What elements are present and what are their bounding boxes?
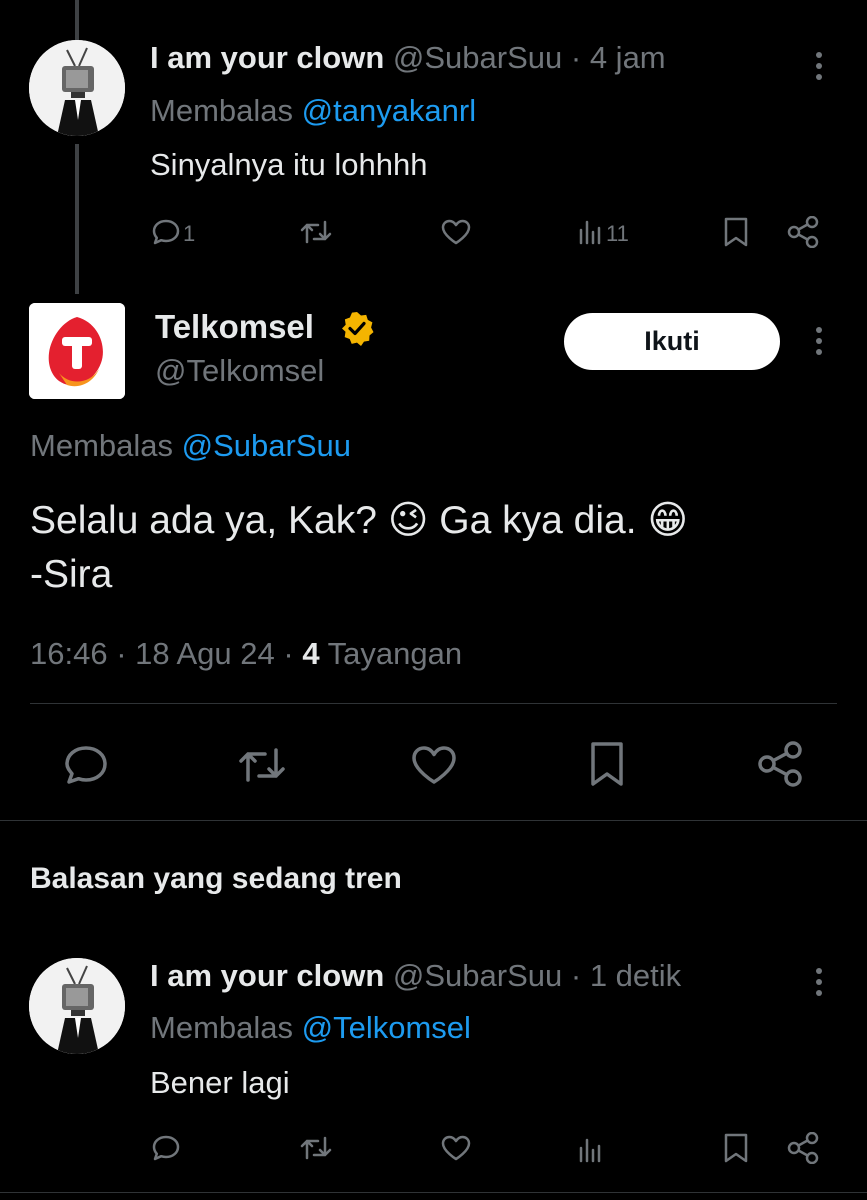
tweet-header: I am your clown @SubarSuu · 4 jam	[150, 40, 666, 76]
views-count: 4	[302, 636, 320, 671]
brand-avatar[interactable]	[29, 303, 125, 399]
divider	[0, 820, 867, 821]
reply-icon[interactable]	[151, 1134, 181, 1162]
retweet-icon[interactable]	[299, 1134, 333, 1162]
reply-to-link[interactable]: @tanyakanrl	[302, 93, 477, 128]
display-name[interactable]: I am your clown	[150, 958, 384, 993]
tweet-text: Bener lagi	[150, 1065, 290, 1100]
section-title: Balasan yang sedang tren	[30, 862, 402, 895]
grin-emoji: 😁	[647, 499, 689, 542]
display-name[interactable]: I am your clown	[150, 40, 384, 75]
more-options-icon[interactable]	[815, 327, 823, 360]
follow-button[interactable]: Ikuti	[564, 313, 780, 370]
more-options-icon[interactable]	[815, 968, 823, 1001]
bookmark-icon[interactable]	[586, 740, 628, 788]
reply-icon[interactable]	[63, 744, 109, 786]
handle[interactable]: @SubarSuu	[393, 40, 562, 75]
share-icon[interactable]	[786, 216, 820, 248]
verified-badge-icon	[339, 310, 375, 346]
reply-prefix: Membalas	[150, 93, 293, 128]
tweet-text-part1: Selalu ada ya, Kak?	[30, 499, 377, 542]
wink-emoji: 😉	[387, 499, 429, 542]
retweet-icon[interactable]	[299, 218, 333, 246]
tweet-timestamp[interactable]: 16:46 · 18 Agu 24 ·	[30, 636, 294, 671]
retweet-icon[interactable]	[236, 744, 288, 786]
views-label: Tayangan	[327, 636, 463, 671]
reply-prefix: Membalas	[30, 428, 173, 463]
reply-icon[interactable]	[151, 218, 181, 246]
tweet-header: I am your clown @SubarSuu · 1 detik	[150, 958, 681, 994]
reply-to-link[interactable]: @Telkomsel	[302, 1010, 471, 1045]
reply-context: Membalas @Telkomsel	[150, 1010, 471, 1046]
divider	[0, 1192, 867, 1193]
reply-context: Membalas @SubarSuu	[30, 428, 351, 464]
reply-to-link[interactable]: @SubarSuu	[182, 428, 351, 463]
avatar[interactable]	[29, 958, 125, 1054]
handle[interactable]: @Telkomsel	[155, 353, 324, 389]
tv-head-avatar-icon	[29, 40, 125, 136]
more-options-icon[interactable]	[815, 52, 823, 85]
share-icon[interactable]	[756, 740, 804, 788]
share-icon[interactable]	[786, 1132, 820, 1164]
views-icon[interactable]	[578, 1136, 606, 1164]
like-icon[interactable]	[410, 744, 458, 786]
reply-count: 1	[183, 221, 196, 246]
timestamp: · 4 jam	[570, 40, 666, 75]
views-icon[interactable]	[578, 218, 606, 246]
handle[interactable]: @SubarSuu	[393, 958, 562, 993]
divider	[30, 703, 837, 704]
display-name[interactable]: Telkomsel	[155, 308, 314, 345]
like-icon[interactable]	[440, 1134, 472, 1162]
view-count: 11	[606, 221, 629, 246]
tweet-text: Sinyalnya itu lohhhh	[150, 147, 428, 182]
tweet-text-signature: -Sira	[30, 553, 113, 596]
thread-line	[75, 0, 79, 40]
telkomsel-logo-icon	[29, 303, 125, 399]
display-name-row: Telkomsel	[155, 308, 314, 346]
thread-line	[75, 144, 79, 294]
tweet-text: Selalu ada ya, Kak? 😉 Ga kya dia. 😁 -Sir…	[30, 494, 688, 602]
reply-prefix: Membalas	[150, 1010, 293, 1045]
like-icon[interactable]	[440, 218, 472, 246]
reply-context: Membalas @tanyakanrl	[150, 93, 476, 129]
tv-head-avatar-icon	[29, 958, 125, 1054]
tweet-text-part2: Ga kya dia.	[439, 499, 637, 542]
timestamp: · 1 detik	[570, 958, 682, 993]
tweet-meta: 16:46 · 18 Agu 24 · 4 Tayangan	[30, 636, 462, 672]
bookmark-icon[interactable]	[721, 216, 751, 248]
bookmark-icon[interactable]	[721, 1132, 751, 1164]
avatar[interactable]	[29, 40, 125, 136]
